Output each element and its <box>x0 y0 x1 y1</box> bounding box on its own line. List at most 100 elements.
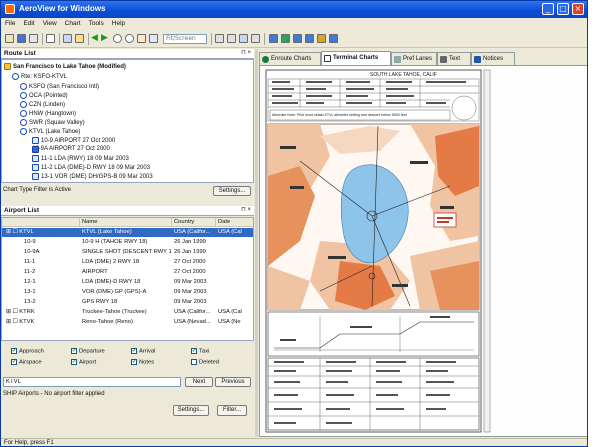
plate-page-edge <box>483 69 491 433</box>
find-icon[interactable] <box>75 34 84 43</box>
back-icon[interactable]: ◀ <box>91 33 98 43</box>
checkbox-box: ✔ <box>11 348 17 354</box>
fit-page-icon[interactable] <box>227 34 236 43</box>
route-tree-item[interactable]: 11-1 LDA (RWY) 18 09 Mar 2003 <box>32 155 129 162</box>
route-tree-item[interactable]: CZN (Linden) <box>20 101 65 108</box>
pin-icon[interactable]: ⊓ × <box>241 206 251 215</box>
previous-button[interactable]: Previous <box>215 377 251 387</box>
chart-e-icon[interactable] <box>317 34 326 43</box>
col-header-country[interactable]: Country <box>172 218 216 227</box>
menu-chart[interactable]: Chart <box>61 19 85 28</box>
route-tree-item[interactable]: 13-1 VOR (DME) DH/GPS-B 09 Mar 2003 <box>32 173 153 180</box>
checkbox-approach[interactable]: ✔ Approach <box>11 348 44 355</box>
col-header-name[interactable]: Name <box>80 218 172 227</box>
menu-edit[interactable]: Edit <box>19 19 38 28</box>
checkbox-departure[interactable]: ✔ Departure <box>71 348 105 355</box>
zoom-combo[interactable]: Fit/Screen <box>163 34 207 44</box>
chart-document-icon <box>32 137 39 144</box>
chart-type-checkboxes: ✔ Approach ✔ Departure ✔ Arrival ✔ Taxi ✔ Airspac… <box>1 346 254 372</box>
checkbox-airspace[interactable]: ✔ Airspace <box>11 359 42 366</box>
chart-b-icon[interactable] <box>281 34 290 43</box>
col-header-expand[interactable] <box>2 218 80 227</box>
rotate-icon[interactable] <box>239 34 248 43</box>
open-icon[interactable] <box>5 34 14 43</box>
close-button[interactable]: × <box>572 3 584 15</box>
route-tree-item-label: SWR (Squaw Valley) <box>29 120 85 127</box>
route-tree-item[interactable]: HNW (Hangtown) <box>20 110 76 117</box>
cell-name: KTVL (Lake Tahoe) <box>82 229 132 235</box>
table-row[interactable]: 10-9 10-9 H (TAHOE RWY 18) 26 Jan 1999 <box>2 238 253 247</box>
route-tree-item[interactable]: 10-9A AIRPORT 27 Oct 2000 <box>32 146 110 153</box>
table-row[interactable]: 11-2 AIRPORT 27 Oct 2000 <box>2 268 253 277</box>
lanes-icon <box>394 56 401 63</box>
tab-terminal-charts[interactable]: Terminal Charts <box>321 51 391 65</box>
cell-id: ⊞ ☐ KTVL <box>6 229 34 235</box>
tab-text[interactable]: Text <box>437 52 471 65</box>
route-tree-item[interactable]: OCA (Pointed) <box>20 92 68 99</box>
table-row[interactable]: 13-2 GPS RWY 18 09 Mar 2003 <box>2 298 253 307</box>
route-settings-button[interactable]: Settings... <box>213 186 251 196</box>
zoom-in-icon[interactable] <box>113 34 122 43</box>
route-tree-item[interactable]: KSFO (San Francisco Intl) <box>20 83 99 90</box>
fit-width-icon[interactable] <box>215 34 224 43</box>
checkbox-label: Airport <box>79 359 97 366</box>
chart-c-icon[interactable] <box>293 34 302 43</box>
table-row[interactable]: ⊞ ☐ KTVL KTVL (Lake Tahoe) USA (Califor...… <box>2 228 253 237</box>
route-tree-item[interactable]: 10-9 AIRPORT 27 Oct 2000 <box>32 137 115 144</box>
airport-list-grid[interactable]: Name Country Date ⊞ ☐ KTVL KTVL (Lake Tah… <box>1 217 254 341</box>
forward-icon[interactable]: ▶ <box>101 33 108 43</box>
chart-viewer[interactable]: SOUTH LAKE TAHOE, CALIF Alternate Note: … <box>259 65 587 437</box>
chart-f-icon[interactable] <box>329 34 338 43</box>
home-icon[interactable] <box>149 34 158 43</box>
new-document-icon[interactable] <box>46 34 55 43</box>
tab-enroute-charts[interactable]: Enroute Charts <box>259 52 321 65</box>
airport-settings-button[interactable]: Settings... <box>173 405 209 416</box>
grid-icon[interactable] <box>251 34 260 43</box>
checkbox-box: ✔ <box>131 359 137 365</box>
table-row[interactable]: ⊞ ☐ KTVK Reno-Tahoe (Reno) USA (Nevad... US… <box>2 318 253 327</box>
cell-name: 10-9 H (TAHOE RWY 18) <box>82 239 148 245</box>
checkbox-deleted[interactable]: Deleted <box>191 359 219 366</box>
panel-splitter[interactable] <box>255 49 258 437</box>
table-row[interactable]: 11-1 LDA (DME) 2 RWY 18 27 Oct 2000 <box>2 258 253 267</box>
route-tree-item[interactable]: KTVL (Lake Tahoe) <box>20 128 80 135</box>
checkbox-taxi[interactable]: ✔ Taxi <box>191 348 209 355</box>
cell-id: 13-2 <box>24 299 36 305</box>
checkbox-airport[interactable]: ✔ Airport <box>71 359 96 366</box>
help-icon[interactable] <box>63 34 72 43</box>
tree-route[interactable]: Rte: KSFO-KTVL <box>12 73 67 80</box>
route-list-tree[interactable]: San Francisco to Lake Tahoe (Modified) R… <box>1 59 254 183</box>
title-bar[interactable]: AeroView for Windows _ □ × <box>1 1 587 18</box>
minimize-button[interactable]: _ <box>542 3 554 15</box>
menu-help[interactable]: Help <box>108 19 129 28</box>
print-icon[interactable] <box>29 34 38 43</box>
filter-button[interactable]: Filter... <box>217 405 247 416</box>
search-input[interactable] <box>3 377 181 387</box>
checkbox-arrival[interactable]: ✔ Arrival <box>131 348 155 355</box>
checkbox-box: ✔ <box>11 359 17 365</box>
save-icon[interactable] <box>17 34 26 43</box>
toolbar-separator <box>59 33 60 45</box>
table-row[interactable]: ⊞ ☐ KTRK Truckee-Tahoe (Truckee) USA (Cali… <box>2 308 253 317</box>
zoom-out-icon[interactable] <box>125 34 134 43</box>
menu-tools[interactable]: Tools <box>85 19 108 28</box>
chart-a-icon[interactable] <box>269 34 278 43</box>
pan-icon[interactable] <box>137 34 146 43</box>
next-button[interactable]: Next <box>185 377 213 387</box>
checkbox-notes[interactable]: ✔ Notes <box>131 359 154 366</box>
col-header-date[interactable]: Date <box>216 218 253 227</box>
waypoint-icon <box>20 110 27 117</box>
menu-view[interactable]: View <box>39 19 61 28</box>
table-row[interactable]: 10-9A SINGLE SHOT (DESCENT RWY 18) 26 Jan … <box>2 248 253 257</box>
menu-file[interactable]: File <box>1 19 19 28</box>
table-row[interactable]: 13-1 VOR (DME) GP (GPS)-A 09 Mar 2003 <box>2 288 253 297</box>
tree-root[interactable]: San Francisco to Lake Tahoe (Modified) <box>4 63 126 70</box>
tab-notices[interactable]: Notices <box>471 52 515 65</box>
route-tree-item[interactable]: SWR (Squaw Valley) <box>20 119 85 126</box>
table-row[interactable]: 12-1 LDA (DME)-D RWY 18 09 Mar 2003 <box>2 278 253 287</box>
maximize-button[interactable]: □ <box>557 3 569 15</box>
tab-pref-lanes[interactable]: Pref Lanes <box>391 52 437 65</box>
chart-d-icon[interactable] <box>305 34 314 43</box>
route-tree-item[interactable]: 11-2 LDA (DME)-D RWY 18 09 Mar 2003 <box>32 164 150 171</box>
pin-icon[interactable]: ⊓ × <box>241 49 251 58</box>
